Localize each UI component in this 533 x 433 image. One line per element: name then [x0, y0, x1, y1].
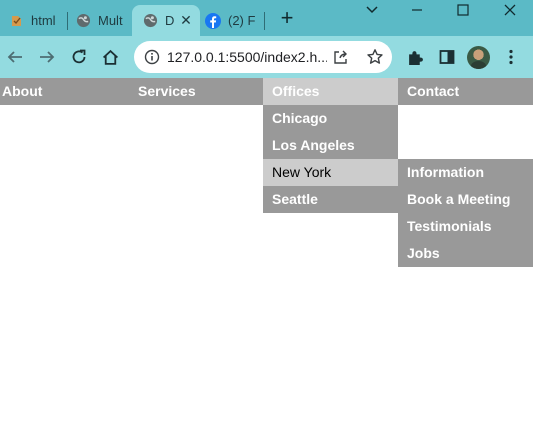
globe-icon	[142, 13, 158, 29]
maximize-icon[interactable]	[443, 0, 483, 20]
menu-item-about[interactable]: About	[2, 78, 42, 105]
address-bar[interactable]: 127.0.0.1:5500/index2.h...	[134, 41, 392, 73]
submenu-item-testimonials[interactable]: Testimonials	[398, 213, 533, 240]
side-panel-icon[interactable]	[436, 46, 458, 68]
submenu-item-jobs[interactable]: Jobs	[398, 240, 533, 267]
submenu-item-book-a-meeting[interactable]: Book a Meeting	[398, 186, 533, 213]
chevron-down-icon[interactable]	[352, 0, 392, 20]
close-tab-icon[interactable]: ✕	[178, 12, 194, 28]
forward-arrow-icon[interactable]	[36, 46, 58, 68]
html-file-icon	[8, 13, 24, 29]
minimize-icon[interactable]	[397, 0, 437, 20]
menu-item-offices[interactable]: Offices	[263, 78, 398, 105]
back-arrow-icon[interactable]	[4, 46, 26, 68]
menu-item-services[interactable]: Services	[138, 78, 196, 105]
tab-separator	[264, 12, 265, 30]
profile-avatar[interactable]	[467, 46, 490, 69]
tab-mult[interactable]: Mult	[75, 5, 127, 36]
tab-title: D	[165, 13, 175, 28]
share-icon[interactable]	[333, 49, 349, 65]
new-tab-button[interactable]: +	[276, 7, 298, 30]
dropdown-item-chicago[interactable]: Chicago	[263, 105, 398, 132]
nav-menu-bar: About Services Offices Contact	[0, 78, 533, 105]
more-menu-icon[interactable]	[500, 46, 522, 68]
tab-separator	[67, 12, 68, 30]
menu-item-contact[interactable]: Contact	[407, 78, 459, 105]
tab-facebook[interactable]: (2) F	[205, 5, 261, 36]
submenu-item-information[interactable]: Information	[398, 159, 533, 186]
browser-toolbar: 127.0.0.1:5500/index2.h...	[0, 36, 533, 78]
dropdown-item-los-angeles[interactable]: Los Angeles	[263, 132, 398, 159]
extensions-puzzle-icon[interactable]	[404, 46, 426, 68]
close-window-icon[interactable]	[490, 0, 530, 20]
dropdown-item-seattle[interactable]: Seattle	[263, 186, 398, 213]
tab-active[interactable]: D ✕	[132, 5, 200, 36]
bookmark-star-icon[interactable]	[366, 48, 384, 66]
dropdown-item-new-york[interactable]: New York	[263, 159, 398, 186]
tab-strip: html Mult D ✕ (2) F +	[0, 0, 533, 36]
globe-icon	[75, 13, 91, 29]
url-text[interactable]: 127.0.0.1:5500/index2.h...	[167, 49, 327, 65]
tab-title: Mult	[98, 13, 123, 28]
home-icon[interactable]	[99, 46, 121, 68]
facebook-icon	[205, 12, 221, 29]
tab-title: (2) F	[228, 13, 256, 28]
reload-icon[interactable]	[68, 46, 90, 68]
site-info-icon[interactable]	[144, 49, 160, 65]
tab-title: html	[31, 13, 56, 28]
tab-html[interactable]: html	[8, 5, 66, 36]
